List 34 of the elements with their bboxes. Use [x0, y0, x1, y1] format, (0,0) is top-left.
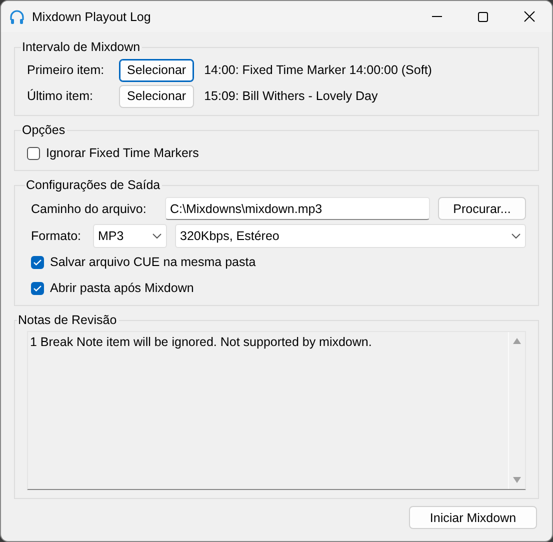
field-label: Primeiro item:	[27, 63, 106, 77]
close-icon	[524, 11, 534, 22]
headphones-icon	[9, 8, 25, 24]
notes-text-area[interactable]: 1 Break Note item will be ignored. Not supported by mixdown.	[27, 331, 526, 490]
chevron-icon	[152, 232, 162, 238]
note-text: 1 Break Note item will be ignored. Not supported by mixdown.	[30, 335, 372, 349]
window-title: Mixdown Playout Log	[32, 10, 152, 24]
group-title: Notas de Revisão	[17, 313, 118, 327]
checkmark-icon	[33, 258, 42, 266]
item-value: 15:09: Bill Withers - Lovely Day	[204, 89, 378, 103]
group-title: Intervalo de Mixdown	[21, 40, 142, 54]
chevron-icon	[511, 232, 521, 238]
browse-button[interactable]: Procurar...	[438, 197, 526, 220]
group-title: Opções	[21, 123, 66, 137]
select-button[interactable]: Selecionar	[119, 58, 194, 82]
field-label: Último item:	[27, 89, 94, 103]
checkbox[interactable]	[31, 256, 44, 268]
minimize-icon	[432, 16, 442, 17]
field-label: Caminho do arquivo:	[31, 202, 148, 216]
group-title: Configurações de Saída	[25, 178, 162, 192]
checkbox-label: Abrir pasta após Mixdown	[50, 281, 194, 295]
file-path-field[interactable]: C:\Mixdowns\mixdown.mp3	[165, 197, 430, 220]
item-value: 14:00: Fixed Time Marker 14:00:00 (Soft)	[204, 63, 432, 77]
checkbox[interactable]	[27, 146, 40, 160]
checkmark-icon	[33, 284, 42, 292]
field-label: Formato:	[31, 228, 82, 242]
quality-dropdown[interactable]: 320Kbps, Estéreo	[175, 224, 526, 248]
start-mixdown-button[interactable]: Iniciar Mixdown	[409, 506, 537, 529]
maximize-icon	[478, 12, 488, 22]
select-button[interactable]: Selecionar	[119, 84, 194, 108]
format-dropdown[interactable]: MP3	[93, 224, 167, 248]
checkbox-label: Ignorar Fixed Time Markers	[46, 146, 199, 160]
checkbox[interactable]	[31, 282, 44, 294]
checkbox-label: Salvar arquivo CUE na mesma pasta	[50, 255, 256, 269]
